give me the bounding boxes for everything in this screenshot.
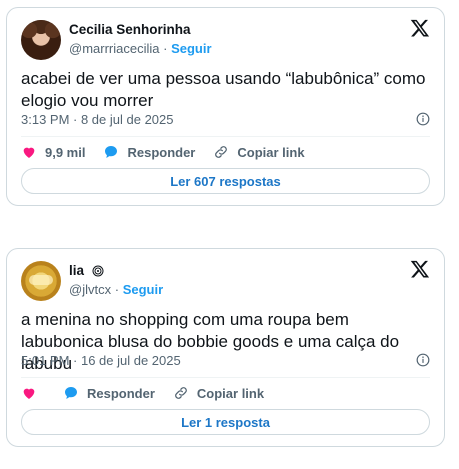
author-name-line: lia xyxy=(69,263,104,278)
action-bar: 9,9 mil Responder Copiar link xyxy=(21,142,430,162)
reply-bubble-icon xyxy=(65,387,77,399)
heart-icon xyxy=(23,388,35,399)
action-bar: Responder Copiar link xyxy=(21,383,430,403)
tweet-card[interactable]: lia @jlvtcx · Seguir a menina no shoppin… xyxy=(6,248,445,447)
like-count: 9,9 mil xyxy=(45,144,86,160)
timestamp[interactable]: 3:13 PM · 8 de jul de 2025 xyxy=(21,112,174,127)
follow-button[interactable]: Seguir xyxy=(171,41,211,56)
link-icon xyxy=(175,387,187,399)
author-handle[interactable]: @jlvtcx xyxy=(69,282,111,297)
author-name[interactable]: Cecilia Senhorinha xyxy=(69,22,191,37)
reply-button[interactable]: Responder xyxy=(63,385,155,401)
copy-link-label: Copiar link xyxy=(196,385,265,401)
separator: · xyxy=(163,41,168,56)
like-button[interactable]: 9,9 mil xyxy=(21,144,85,160)
reply-bubble-icon xyxy=(105,146,118,158)
copy-link-label: Copiar link xyxy=(237,144,305,160)
separator: · xyxy=(114,282,120,297)
x-logo-icon[interactable] xyxy=(410,18,430,38)
divider xyxy=(21,377,430,378)
like-button[interactable] xyxy=(21,385,45,401)
avatar[interactable] xyxy=(21,20,61,60)
link-icon xyxy=(215,146,228,158)
handle-line: @marrriacecilia · Seguir xyxy=(69,41,212,56)
read-replies-button[interactable]: Ler 1 resposta xyxy=(21,409,430,435)
reply-button[interactable]: Responder xyxy=(103,144,195,160)
copy-link-button[interactable]: Copiar link xyxy=(213,144,305,160)
reply-label: Responder xyxy=(127,144,196,160)
read-replies-button[interactable]: Ler 607 respostas xyxy=(21,168,430,194)
info-icon[interactable] xyxy=(416,112,430,126)
tweet-text: acabei de ver uma pessoa usando “labubôn… xyxy=(21,69,426,110)
handle-line: @jlvtcx · Seguir xyxy=(69,282,163,297)
x-logo-icon[interactable] xyxy=(410,259,430,279)
timestamp[interactable]: 5:01 PM · 16 de jul de 2025 xyxy=(21,353,181,368)
info-icon[interactable] xyxy=(416,353,430,367)
divider xyxy=(21,136,430,137)
follow-button[interactable]: Seguir xyxy=(123,282,163,297)
copy-link-button[interactable]: Copiar link xyxy=(173,385,264,401)
reply-label: Responder xyxy=(87,385,155,401)
heart-icon xyxy=(23,147,35,158)
author-handle[interactable]: @marrriacecilia xyxy=(69,41,160,56)
avatar[interactable] xyxy=(21,261,61,301)
author-name[interactable]: lia xyxy=(69,263,84,278)
spiral-icon xyxy=(92,265,104,277)
tweet-card[interactable]: Cecilia Senhorinha @marrriacecilia · Seg… xyxy=(6,7,445,206)
